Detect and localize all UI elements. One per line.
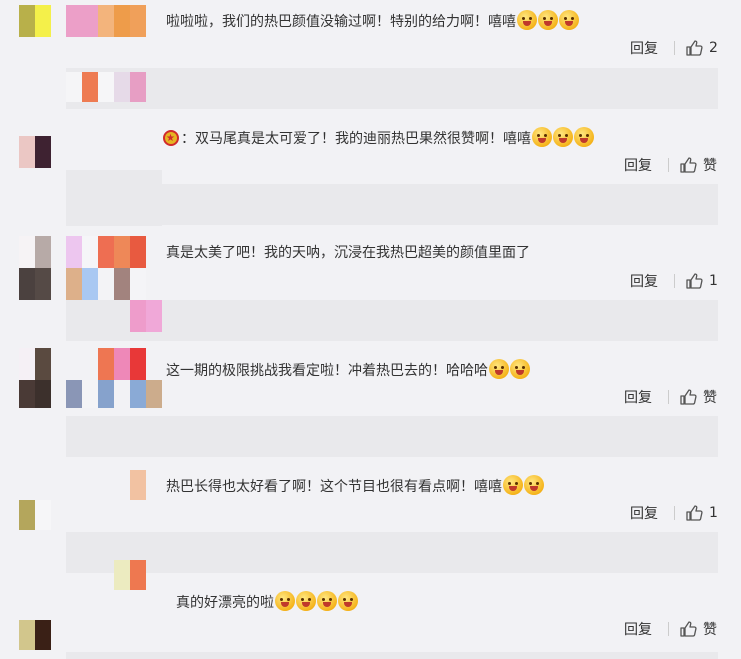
comment-text: 真的好漂亮的啦 [176, 591, 358, 613]
divider-1 [66, 68, 718, 109]
thumbs-up-icon [680, 157, 697, 173]
comment-actions: 回复 1 [630, 503, 718, 523]
thumbs-up-icon [680, 389, 697, 405]
divider-3 [66, 300, 718, 341]
medal-badge-icon [163, 129, 179, 149]
comment-text: ：双马尾真是太可爱了！我的迪丽热巴果然很赞啊！嘻嘻 [163, 127, 594, 149]
divider-5 [66, 532, 718, 573]
like-label: 赞 [703, 622, 717, 638]
like-button[interactable]: 1 [685, 272, 718, 290]
like-button[interactable]: 赞 [679, 387, 717, 407]
like-button[interactable]: 赞 [679, 619, 717, 639]
divider-2 [66, 184, 718, 225]
comment-actions: 回复 2 [630, 38, 718, 58]
smiley-emoji-icon [559, 10, 579, 30]
comment-actions: 回复 赞 [624, 155, 717, 175]
thumbs-up-icon [686, 505, 703, 521]
smiley-emoji-icon [510, 359, 530, 379]
action-divider [668, 622, 669, 636]
action-divider [674, 41, 675, 55]
comment-actions: 回复 赞 [624, 619, 717, 639]
comment-actions: 回复 赞 [624, 387, 717, 407]
smiley-emoji-icon [517, 10, 537, 30]
smiley-emoji-icon [524, 475, 544, 495]
action-divider [668, 158, 669, 172]
thumbs-up-icon [680, 621, 697, 637]
reply-button[interactable]: 回复 [624, 387, 652, 407]
thumbs-up-icon [686, 40, 703, 56]
reply-button[interactable]: 回复 [630, 503, 658, 523]
reply-button[interactable]: 回复 [624, 155, 652, 175]
reply-button[interactable]: 回复 [630, 38, 658, 58]
smiley-emoji-icon [503, 475, 523, 495]
action-divider [668, 390, 669, 404]
smiley-emoji-icon [317, 591, 337, 611]
like-count: 2 [709, 40, 718, 56]
like-count: 1 [709, 273, 718, 289]
like-button[interactable]: 1 [685, 504, 718, 522]
comment-text: 真是太美了吧！我的天呐，沉浸在我热巴超美的颜值里面了 [166, 245, 530, 261]
smiley-emoji-icon [296, 591, 316, 611]
smiley-emoji-icon [538, 10, 558, 30]
comment-actions: 回复 1 [630, 271, 718, 291]
like-label: 赞 [703, 390, 717, 406]
bottom-divider [66, 652, 718, 659]
reply-button[interactable]: 回复 [630, 271, 658, 291]
action-divider [674, 506, 675, 520]
smiley-emoji-icon [489, 359, 509, 379]
smiley-emoji-icon [275, 591, 295, 611]
smiley-emoji-icon [553, 127, 573, 147]
smiley-emoji-icon [338, 591, 358, 611]
divider-4 [66, 416, 718, 457]
comment-text: 啦啦啦，我们的热巴颜值没输过啊！特别的给力啊！嘻嘻 [166, 10, 579, 32]
comment-text: 这一期的极限挑战我看定啦！冲着热巴去的！哈哈哈 [166, 359, 530, 381]
like-label: 赞 [703, 158, 717, 174]
like-button[interactable]: 2 [685, 39, 718, 57]
smiley-emoji-icon [574, 127, 594, 147]
smiley-emoji-icon [532, 127, 552, 147]
comment-text: 热巴长得也太好看了啊！这个节目也很有看点啊！嘻嘻 [166, 475, 544, 497]
like-button[interactable]: 赞 [679, 155, 717, 175]
reply-button[interactable]: 回复 [624, 619, 652, 639]
thumbs-up-icon [686, 273, 703, 289]
action-divider [674, 274, 675, 288]
like-count: 1 [709, 505, 718, 521]
